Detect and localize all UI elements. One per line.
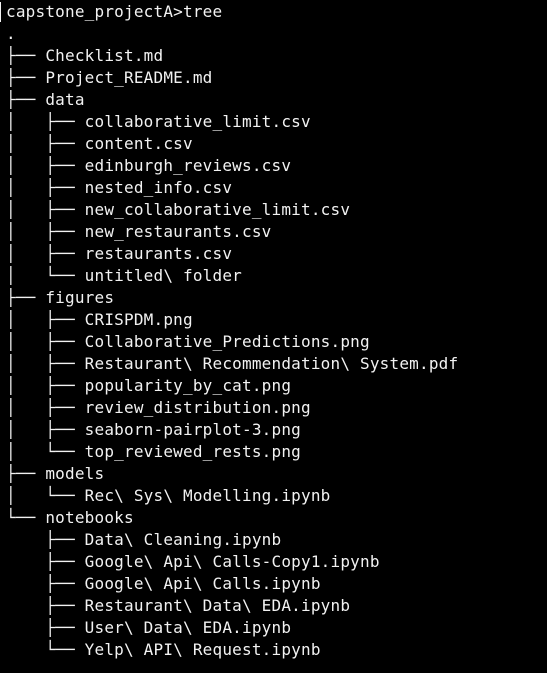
- tree-entry-name: restaurants.csv: [84, 244, 233, 263]
- tree-entry: ├── User\ Data\ EDA.ipynb: [6, 617, 547, 639]
- tree-branch-glyph: │ ├──: [6, 376, 85, 395]
- tree-entry-name: Checklist.md: [45, 46, 164, 65]
- terminal-window[interactable]: capstone_projectA>tree . ├── Checklist.m…: [0, 0, 547, 673]
- tree-entry: ├── Restaurant\ Data\ EDA.ipynb: [6, 595, 547, 617]
- tree-branch-glyph: ├──: [6, 90, 46, 109]
- tree-entry-name: new_collaborative_limit.csv: [84, 200, 351, 219]
- tree-branch-glyph: │ ├──: [6, 200, 85, 219]
- tree-entry-name: data: [45, 90, 85, 109]
- tree-entry-name: collaborative_limit.csv: [84, 112, 311, 131]
- tree-entry-name: nested_info.csv: [84, 178, 233, 197]
- tree-entry: └── notebooks: [6, 507, 547, 529]
- tree-entry-name: Restaurant\ Recommendation\ System.pdf: [84, 354, 459, 373]
- tree-branch-glyph: ├──: [6, 46, 46, 65]
- tree-entry: ├── Google\ Api\ Calls-Copy1.ipynb: [6, 551, 547, 573]
- tree-entry: ├── Checklist.md: [6, 45, 547, 67]
- tree-entry-name: Project_README.md: [45, 68, 213, 87]
- tree-branch-glyph: └──: [6, 508, 46, 527]
- tree-entry: │ ├── review_distribution.png: [6, 397, 547, 419]
- tree-entry-name: Rec\ Sys\ Modelling.ipynb: [84, 486, 331, 505]
- tree-branch-glyph: │ ├──: [6, 112, 85, 131]
- tree-branch-glyph: │ └──: [6, 266, 85, 285]
- tree-entry-name: Collaborative_Predictions.png: [84, 332, 370, 351]
- tree-branch-glyph: ├──: [6, 596, 85, 615]
- tree-entry: │ ├── CRISPDM.png: [6, 309, 547, 331]
- tree-entry: │ ├── collaborative_limit.csv: [6, 111, 547, 133]
- tree-entry-name: figures: [45, 288, 115, 307]
- tree-entry: │ └── top_reviewed_rests.png: [6, 441, 547, 463]
- cursor-bar: [0, 2, 1, 22]
- tree-entry-name: models: [45, 464, 105, 483]
- tree-branch-glyph: │ ├──: [6, 178, 85, 197]
- tree-branch-glyph: ├──: [6, 618, 85, 637]
- tree-entry: ├── Data\ Cleaning.ipynb: [6, 529, 547, 551]
- tree-entry: ├── data: [6, 89, 547, 111]
- tree-entry-name: Restaurant\ Data\ EDA.ipynb: [84, 596, 351, 615]
- tree-entry-name: untitled\ folder: [84, 266, 242, 285]
- tree-entry-name: Data\ Cleaning.ipynb: [84, 530, 282, 549]
- tree-entry: │ ├── new_restaurants.csv: [6, 221, 547, 243]
- tree-output: ├── Checklist.md ├── Project_README.md ├──…: [6, 45, 547, 661]
- tree-entry-name: seaborn-pairplot-3.png: [84, 420, 301, 439]
- tree-entry-name: User\ Data\ EDA.ipynb: [84, 618, 292, 637]
- tree-entry-name: Google\ Api\ Calls-Copy1.ipynb: [84, 552, 380, 571]
- tree-branch-glyph: │ ├──: [6, 156, 85, 175]
- tree-entry-name: edinburgh_reviews.csv: [84, 156, 292, 175]
- tree-branch-glyph: ├──: [6, 464, 46, 483]
- tree-entry-name: CRISPDM.png: [84, 310, 193, 329]
- tree-branch-glyph: │ ├──: [6, 244, 85, 263]
- tree-branch-glyph: │ ├──: [6, 222, 85, 241]
- tree-branch-glyph: ├──: [6, 68, 46, 87]
- tree-branch-glyph: │ ├──: [6, 310, 85, 329]
- tree-branch-glyph: │ ├──: [6, 332, 85, 351]
- tree-branch-glyph: │ └──: [6, 486, 85, 505]
- tree-entry: │ ├── new_collaborative_limit.csv: [6, 199, 547, 221]
- tree-entry: │ ├── Restaurant\ Recommendation\ System…: [6, 353, 547, 375]
- tree-entry-name: new_restaurants.csv: [84, 222, 272, 241]
- tree-branch-glyph: │ ├──: [6, 420, 85, 439]
- tree-entry: ├── models: [6, 463, 547, 485]
- tree-branch-glyph: ├──: [6, 530, 85, 549]
- tree-branch-glyph: ├──: [6, 288, 46, 307]
- tree-root: .: [6, 24, 16, 43]
- tree-entry-name: notebooks: [45, 508, 134, 527]
- tree-entry: ├── Google\ Api\ Calls.ipynb: [6, 573, 547, 595]
- tree-entry: │ ├── popularity_by_cat.png: [6, 375, 547, 397]
- tree-entry-name: top_reviewed_rests.png: [84, 442, 301, 461]
- tree-entry: ├── figures: [6, 287, 547, 309]
- tree-entry-name: review_distribution.png: [84, 398, 311, 417]
- tree-entry: │ ├── nested_info.csv: [6, 177, 547, 199]
- tree-entry-name: Yelp\ API\ Request.ipynb: [84, 640, 321, 659]
- tree-branch-glyph: └──: [6, 640, 85, 659]
- tree-branch-glyph: │ └──: [6, 442, 85, 461]
- tree-entry: │ ├── restaurants.csv: [6, 243, 547, 265]
- tree-entry: └── Yelp\ API\ Request.ipynb: [6, 639, 547, 661]
- tree-entry: │ ├── content.csv: [6, 133, 547, 155]
- tree-branch-glyph: ├──: [6, 574, 85, 593]
- tree-entry-name: popularity_by_cat.png: [84, 376, 292, 395]
- tree-entry: │ └── untitled\ folder: [6, 265, 547, 287]
- tree-entry: │ ├── Collaborative_Predictions.png: [6, 331, 547, 353]
- tree-branch-glyph: │ ├──: [6, 354, 85, 373]
- tree-branch-glyph: │ ├──: [6, 134, 85, 153]
- tree-entry-name: Google\ Api\ Calls.ipynb: [84, 574, 321, 593]
- tree-entry: │ ├── edinburgh_reviews.csv: [6, 155, 547, 177]
- tree-branch-glyph: │ ├──: [6, 398, 85, 417]
- tree-entry: │ └── Rec\ Sys\ Modelling.ipynb: [6, 485, 547, 507]
- command-prompt: capstone_projectA>tree: [6, 2, 223, 21]
- tree-entry: │ ├── seaborn-pairplot-3.png: [6, 419, 547, 441]
- tree-branch-glyph: ├──: [6, 552, 85, 571]
- tree-entry-name: content.csv: [84, 134, 193, 153]
- tree-entry: ├── Project_README.md: [6, 67, 547, 89]
